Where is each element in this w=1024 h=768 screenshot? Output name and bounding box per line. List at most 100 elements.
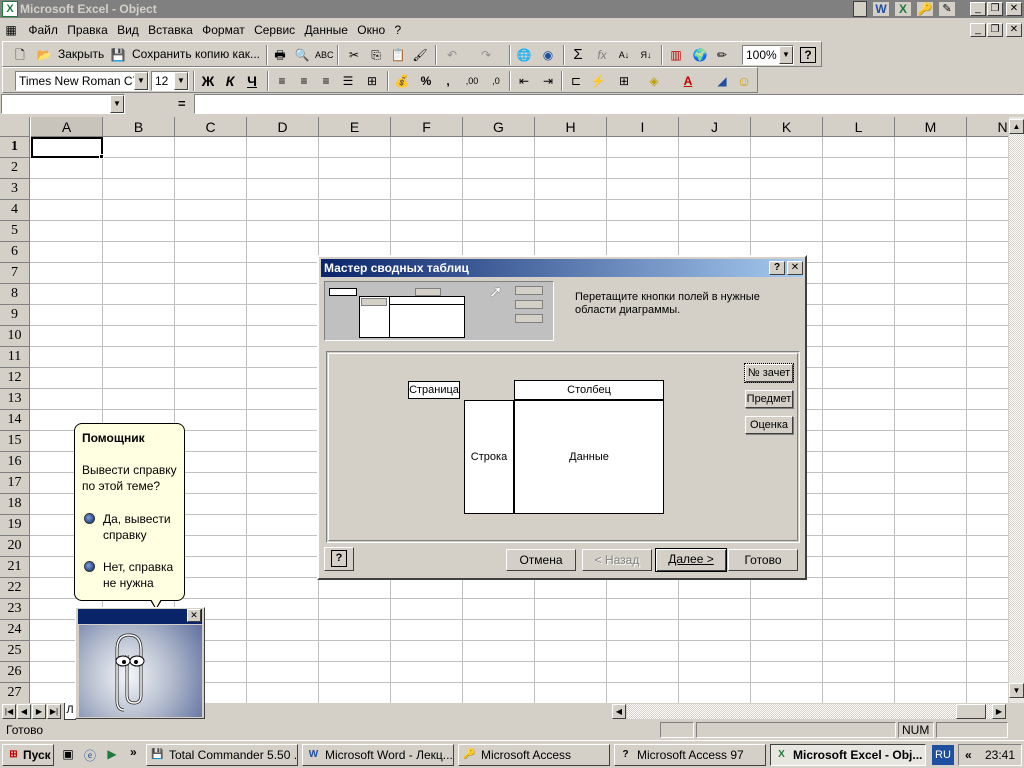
row-header-25[interactable]: 25 (0, 641, 30, 662)
menu-insert[interactable]: Вставка (145, 20, 196, 40)
name-box[interactable]: ▼ (1, 94, 125, 114)
row-header-14[interactable]: 14 (0, 410, 30, 431)
row-header-3[interactable]: 3 (0, 179, 30, 200)
menu-view[interactable]: Вид (114, 20, 142, 40)
row-header-15[interactable]: 15 (0, 431, 30, 452)
copy-icon[interactable]: ⎘ (367, 46, 385, 64)
column-header-e[interactable]: E (319, 117, 391, 137)
task-word[interactable]: W Microsoft Word - Лекц... (302, 744, 454, 766)
autosum-icon[interactable]: Σ (569, 46, 587, 64)
trace-icon[interactable]: ⚡ (589, 72, 607, 90)
column-header-i[interactable]: I (607, 117, 679, 137)
row-header-17[interactable]: 17 (0, 473, 30, 494)
font-size-combo[interactable]: 12 ▼ (151, 71, 189, 91)
office-assistant-button[interactable]: ? (324, 547, 354, 571)
merge-center-icon[interactable]: ⊞ (363, 72, 381, 90)
language-indicator[interactable]: RU (932, 745, 954, 765)
dialog-close-button[interactable]: ✕ (787, 261, 803, 275)
spelling-icon[interactable]: ABC (315, 46, 334, 64)
first-sheet-icon[interactable]: |◀ (2, 704, 16, 719)
function-icon[interactable]: fx (593, 46, 611, 64)
column-header-l[interactable]: L (823, 117, 895, 137)
menu-tools[interactable]: Сервис (251, 20, 298, 40)
excel-icon[interactable]: X (2, 1, 18, 17)
column-header-j[interactable]: J (679, 117, 751, 137)
align-center-icon[interactable]: ≡ (295, 72, 313, 90)
decrease-indent-icon[interactable]: ⇤ (515, 72, 533, 90)
horizontal-scroll-track[interactable] (627, 704, 992, 719)
new-icon[interactable]: 🗋 (11, 46, 29, 64)
page-drop-area[interactable]: Страница (408, 381, 460, 399)
decrease-decimal-icon[interactable]: ,0 (487, 72, 505, 90)
menu-file[interactable]: Файл (25, 20, 61, 40)
select-all-corner[interactable] (0, 117, 30, 137)
smiley-icon[interactable]: ☺ (735, 72, 753, 90)
assistant-shortcut-icon[interactable]: ✎ (938, 1, 956, 17)
back-button[interactable]: < Назад (582, 549, 652, 571)
column-header-c[interactable]: C (175, 117, 247, 137)
access-shortcut-icon[interactable]: 🔑 (916, 1, 934, 17)
sort-desc-icon[interactable]: Я↓ (637, 46, 655, 64)
doc-restore-icon[interactable]: ❐ (987, 23, 1003, 37)
doc-minimize-icon[interactable]: _ (970, 23, 986, 37)
increase-decimal-icon[interactable]: ,00 (463, 72, 481, 90)
close-icon[interactable]: ✕ (1006, 2, 1022, 16)
row-header-18[interactable]: 18 (0, 494, 30, 515)
column-header-a[interactable]: A (31, 117, 103, 137)
assistant-close-icon[interactable]: ✕ (187, 609, 201, 622)
last-sheet-icon[interactable]: ▶| (47, 704, 61, 719)
column-drop-area[interactable]: Столбец (514, 380, 664, 400)
help-icon[interactable]: ? (800, 47, 816, 63)
align-right-icon[interactable]: ≡ (317, 72, 335, 90)
chevron-down-icon[interactable]: ▼ (134, 72, 148, 90)
field-button-zachet[interactable]: № зачет (744, 363, 794, 383)
column-header-k[interactable]: K (751, 117, 823, 137)
vertical-scrollbar[interactable]: ▲ ▼ (1008, 117, 1024, 703)
column-header-g[interactable]: G (463, 117, 535, 137)
assistant-option-no[interactable]: Нет, справка не нужна (103, 559, 183, 591)
menu-help[interactable]: ? (391, 20, 404, 40)
assistant-window[interactable]: ✕ (75, 607, 205, 719)
scroll-left-icon[interactable]: ◀ (612, 704, 626, 719)
chevron-down-icon[interactable]: ▼ (779, 46, 793, 64)
prev-sheet-icon[interactable]: ◀ (17, 704, 31, 719)
row-header-22[interactable]: 22 (0, 578, 30, 599)
active-cell[interactable] (31, 137, 103, 158)
row-header-16[interactable]: 16 (0, 452, 30, 473)
align-left-icon[interactable]: ≡ (273, 72, 291, 90)
menu-format[interactable]: Формат (199, 20, 248, 40)
open-icon[interactable]: 📂 (35, 46, 53, 64)
zoom-combo[interactable]: 100% ▼ (742, 45, 794, 65)
scroll-up-icon[interactable]: ▲ (1009, 119, 1024, 134)
cancel-button[interactable]: Отмена (506, 549, 576, 571)
row-header-27[interactable]: 27 (0, 683, 30, 703)
print-preview-icon[interactable]: 🔍 (293, 46, 311, 64)
drawing-icon[interactable]: ✏ (713, 46, 731, 64)
scroll-down-icon[interactable]: ▼ (1009, 683, 1024, 698)
media-player-icon[interactable]: ▶ (104, 747, 120, 763)
task-total-commander[interactable]: 💾 Total Commander 5.50 ... (146, 744, 298, 766)
borders-icon[interactable]: ⊞ (615, 72, 633, 90)
doc-close-icon[interactable]: ✕ (1006, 23, 1022, 37)
currency-icon[interactable]: 💰 (393, 72, 411, 90)
more-quicklaunch-icon[interactable]: » (130, 745, 137, 759)
row-header-9[interactable]: 9 (0, 305, 30, 326)
minimize-icon[interactable]: _ (970, 2, 986, 16)
column-header-h[interactable]: H (535, 117, 607, 137)
underline-button[interactable]: Ч (243, 72, 261, 90)
row-header-7[interactable]: 7 (0, 263, 30, 284)
format-painter-icon[interactable]: 🖌 (411, 46, 429, 64)
print-icon[interactable]: 🖶 (271, 46, 289, 64)
web-toolbar-icon[interactable]: ◉ (539, 46, 557, 64)
tracking-icon[interactable]: ⊏ (567, 72, 585, 90)
chart-wizard-icon[interactable]: ▥ (667, 46, 685, 64)
save-copy-button[interactable]: Сохранить копию как... (132, 47, 260, 61)
radio-no-icon[interactable] (84, 561, 95, 572)
task-access-97[interactable]: ? Microsoft Access 97 (614, 744, 766, 766)
horizontal-scroll-thumb[interactable] (956, 704, 986, 719)
assistant-option-yes[interactable]: Да, вывести справку (103, 511, 183, 543)
row-header-26[interactable]: 26 (0, 662, 30, 683)
task-excel[interactable]: X Microsoft Excel - Obj... (770, 744, 926, 766)
justify-icon[interactable]: ☰ (339, 72, 357, 90)
comma-button[interactable]: , (439, 72, 457, 90)
